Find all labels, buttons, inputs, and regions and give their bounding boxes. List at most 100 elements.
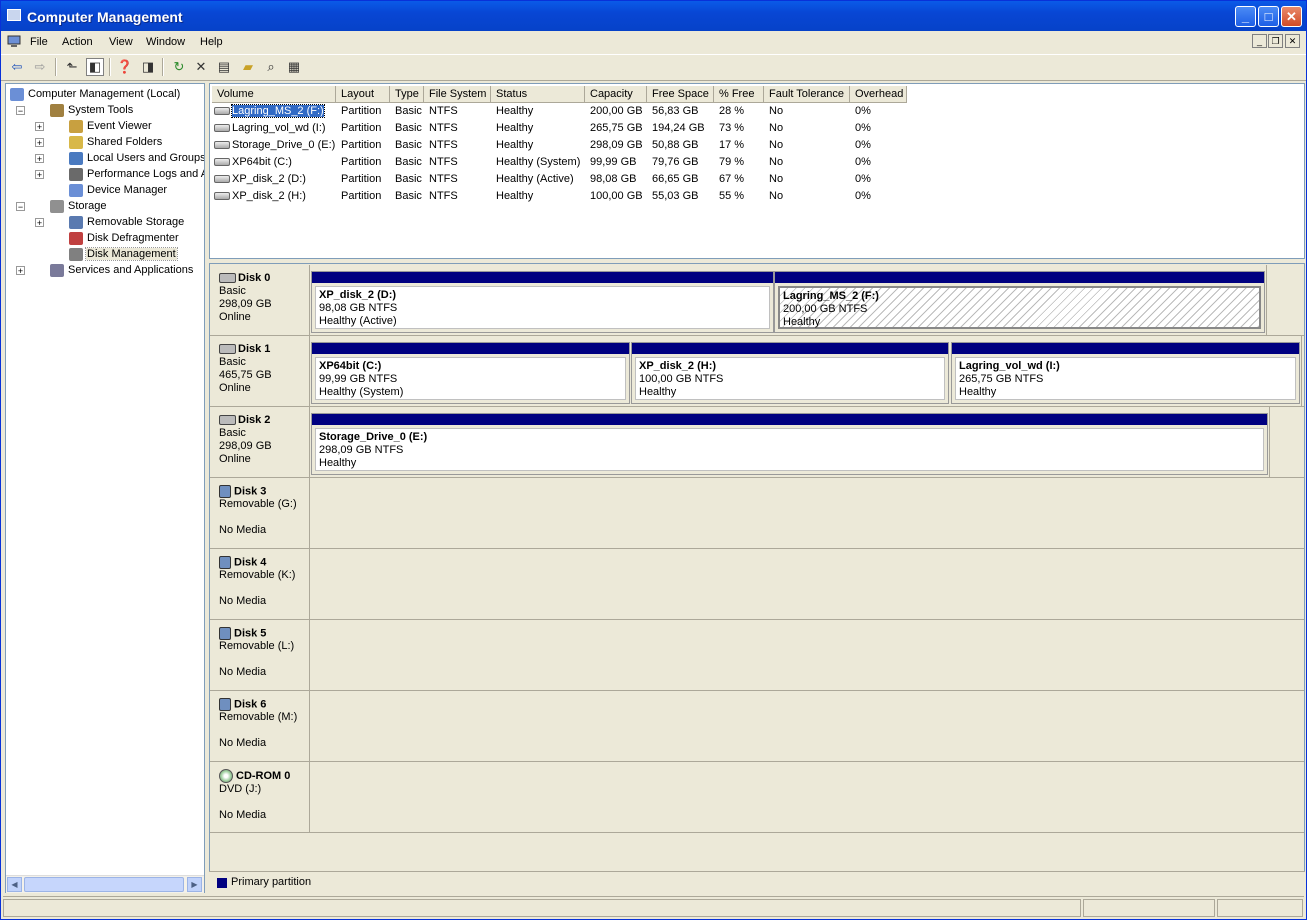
menu-help[interactable]: Help	[200, 36, 223, 48]
menu-window[interactable]: Window	[146, 36, 185, 48]
close-button[interactable]: ✕	[1281, 6, 1302, 27]
rescan-button[interactable]: ▦	[285, 58, 303, 76]
maximize-button[interactable]: □	[1258, 6, 1279, 27]
title-bar[interactable]: Computer Management _ □ ✕	[1, 1, 1306, 31]
disk-info[interactable]: Disk 5 Removable (L:) No Media	[210, 620, 310, 690]
primary-partition-bar	[312, 272, 773, 283]
partition-block[interactable]: Lagring_MS_2 (F:) 200,00 GB NTFS Healthy	[774, 271, 1265, 333]
table-cell: NTFS	[429, 122, 458, 134]
scrollbar-thumb[interactable]	[24, 877, 184, 892]
menu-file[interactable]: File	[30, 36, 48, 48]
delete-button[interactable]: ✕	[192, 58, 210, 76]
tree-expander[interactable]: −	[16, 202, 25, 212]
tree-expander[interactable]: +	[35, 218, 44, 228]
mdi-minimize-button[interactable]: _	[1252, 34, 1267, 48]
disk-row[interactable]: Disk 6 Removable (M:) No Media	[210, 691, 1304, 762]
disk-row[interactable]: Disk 5 Removable (L:) No Media	[210, 620, 1304, 691]
partition-block[interactable]: XP_disk_2 (D:) 98,08 GB NTFS Healthy (Ac…	[311, 271, 774, 333]
disk-name: Disk 6	[234, 698, 267, 711]
table-row[interactable]: Storage_Drive_0 (E:)	[214, 137, 335, 154]
partition-block[interactable]: Storage_Drive_0 (E:) 298,09 GB NTFS Heal…	[311, 413, 1268, 475]
table-row[interactable]: Lagring_vol_wd (I:)	[214, 120, 326, 137]
partition-block[interactable]: XP_disk_2 (H:) 100,00 GB NTFS Healthy	[631, 342, 949, 404]
mdi-restore-button[interactable]: ❐	[1268, 34, 1283, 48]
refresh-button[interactable]: ↻	[170, 58, 188, 76]
tree-node[interactable]: Disk Defragmenter	[69, 230, 180, 246]
column-header[interactable]: File System	[424, 86, 491, 103]
tree-expander[interactable]: +	[35, 122, 44, 132]
disk-row[interactable]: CD-ROM 0 DVD (J:) No Media	[210, 762, 1304, 833]
volume-name: XP64bit (C:)	[232, 156, 292, 168]
disk-row[interactable]: Disk 1 Basic 465,75 GB Online XP64bit (C…	[210, 336, 1304, 407]
scroll-left-button[interactable]: ◀	[7, 877, 22, 892]
tree-expander[interactable]: +	[35, 154, 44, 164]
column-header[interactable]: Capacity	[585, 86, 647, 103]
show-hide-tree-button[interactable]: ◧	[86, 58, 104, 76]
column-header[interactable]: Status	[491, 86, 585, 103]
tree-node[interactable]: Performance Logs and Alerts	[69, 166, 204, 182]
tree-node[interactable]: Event Viewer	[69, 118, 153, 134]
back-button[interactable]: ⇦	[8, 58, 26, 76]
table-cell: No	[769, 139, 784, 151]
unallocated-area	[310, 691, 1304, 761]
tree-expander[interactable]: +	[35, 138, 44, 148]
disk-row[interactable]: Disk 2 Basic 298,09 GB Online Storage_Dr…	[210, 407, 1304, 478]
tree-node[interactable]: Storage	[50, 198, 108, 214]
tree-node[interactable]: Removable Storage	[69, 214, 185, 230]
search-button[interactable]: ⌕	[262, 58, 280, 76]
tree-expander[interactable]: −	[16, 106, 25, 116]
volume-icon	[214, 175, 230, 184]
disk-info[interactable]: Disk 0 Basic 298,09 GB Online	[210, 265, 310, 335]
disk-info[interactable]: Disk 3 Removable (G:) No Media	[210, 478, 310, 548]
up-one-level-button[interactable]: ⬑	[63, 58, 81, 76]
disk-info[interactable]: Disk 6 Removable (M:) No Media	[210, 691, 310, 761]
tree-node[interactable]: System Tools	[50, 102, 134, 118]
column-header[interactable]: Type	[390, 86, 424, 103]
table-row[interactable]: XP_disk_2 (H:)	[214, 188, 306, 205]
tree-node[interactable]: Device Manager	[69, 182, 168, 198]
disk-info[interactable]: Disk 2 Basic 298,09 GB Online	[210, 407, 310, 477]
table-row[interactable]: Lagring_MS_2 (F:)	[214, 103, 325, 120]
users-icon	[69, 151, 83, 165]
table-row[interactable]: XP_disk_2 (D:)	[214, 171, 306, 188]
table-cell: 200,00 GB	[590, 105, 643, 117]
column-header[interactable]: % Free	[714, 86, 764, 103]
tree-node[interactable]: Shared Folders	[69, 134, 163, 150]
partition-block[interactable]: XP64bit (C:) 99,99 GB NTFS Healthy (Syst…	[311, 342, 630, 404]
column-header[interactable]: Overhead	[850, 86, 907, 103]
properties-button[interactable]: ▤	[215, 58, 233, 76]
tree-expander[interactable]: +	[35, 170, 44, 180]
tree-expander[interactable]: +	[16, 266, 25, 276]
partition-status: Healthy (System)	[319, 386, 404, 398]
column-header[interactable]: Fault Tolerance	[764, 86, 850, 103]
volume-icon	[214, 158, 230, 167]
tree-horizontal-scrollbar[interactable]: ◀ ▶	[6, 875, 204, 893]
disk-info[interactable]: CD-ROM 0 DVD (J:) No Media	[210, 762, 310, 832]
table-cell: Partition	[341, 156, 382, 168]
menu-action[interactable]: Action	[62, 36, 93, 48]
forward-button[interactable]: ⇨	[31, 58, 49, 76]
disk-row[interactable]: Disk 0 Basic 298,09 GB Online XP_disk_2 …	[210, 265, 1304, 336]
mdi-close-button[interactable]: ✕	[1285, 34, 1300, 48]
disk-row[interactable]: Disk 3 Removable (G:) No Media	[210, 478, 1304, 549]
disk-info[interactable]: Disk 1 Basic 465,75 GB Online	[210, 336, 310, 406]
column-header[interactable]: Layout	[336, 86, 390, 103]
column-header[interactable]: Volume	[212, 86, 336, 103]
tree-node[interactable]: Disk Management	[69, 246, 178, 262]
disk-row[interactable]: Disk 4 Removable (K:) No Media	[210, 549, 1304, 620]
table-row[interactable]: XP64bit (C:)	[214, 154, 292, 171]
open-button[interactable]: ▰	[239, 58, 257, 76]
scroll-right-button[interactable]: ▶	[187, 877, 202, 892]
menu-view[interactable]: View	[109, 36, 133, 48]
table-cell: 0%	[855, 173, 871, 185]
computer-icon[interactable]	[7, 35, 21, 48]
minimize-button[interactable]: _	[1235, 6, 1256, 27]
show-hide-action-pane-button[interactable]: ◨	[139, 58, 157, 76]
help-button[interactable]: ❓	[116, 58, 134, 76]
tree-node[interactable]: Services and Applications	[50, 262, 194, 278]
tree-node[interactable]: Local Users and Groups	[69, 150, 204, 166]
column-header[interactable]: Free Space	[647, 86, 714, 103]
disk-info[interactable]: Disk 4 Removable (K:) No Media	[210, 549, 310, 619]
tree-node[interactable]: Computer Management (Local)	[10, 86, 181, 102]
partition-block[interactable]: Lagring_vol_wd (I:) 265,75 GB NTFS Healt…	[951, 342, 1300, 404]
